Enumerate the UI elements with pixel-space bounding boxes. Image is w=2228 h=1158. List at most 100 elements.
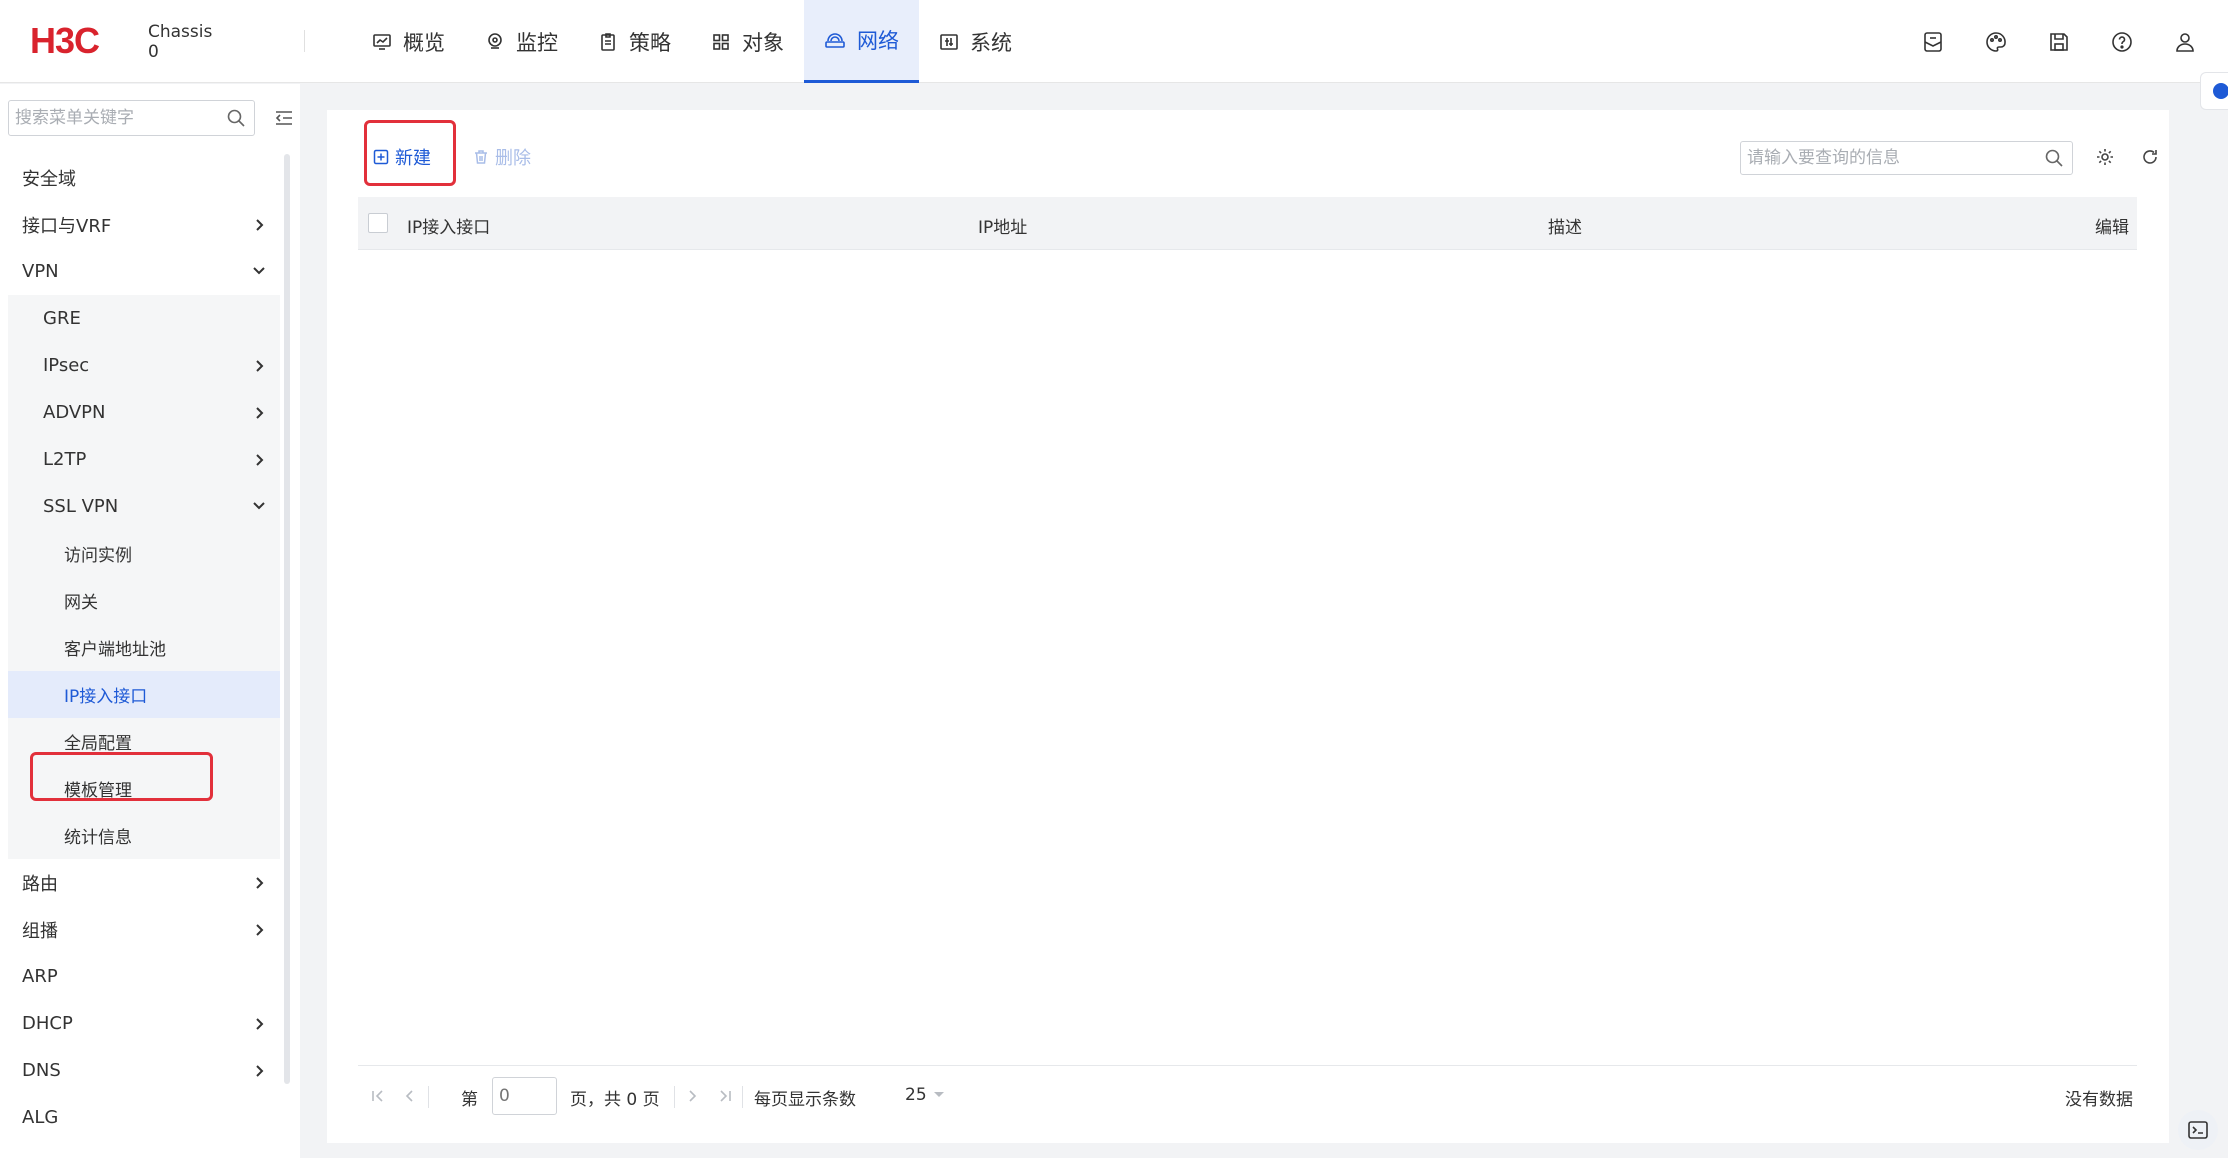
sidebar-item-label: 路由 — [22, 873, 58, 895]
page-number-field — [492, 1077, 557, 1115]
page-total-text: 页，共 0 页 — [570, 1090, 660, 1110]
chevron-right-icon — [256, 407, 264, 419]
palette-icon[interactable] — [1983, 29, 2009, 55]
sidebar-item-label: 全局配置 — [64, 734, 132, 754]
chevron-right-icon — [256, 924, 264, 936]
sidebar-item-template-management[interactable]: 模板管理 — [8, 765, 280, 812]
page-size-label: 每页显示条数 — [754, 1090, 856, 1110]
sidebar-item-security-zone[interactable]: 安全域 — [8, 154, 280, 201]
sidebar-item-advpn[interactable]: ADVPN — [8, 389, 280, 436]
device-id: 0 — [148, 42, 159, 62]
sidebar-item-routing[interactable]: 路由 — [8, 859, 280, 906]
first-page-icon[interactable] — [370, 1088, 386, 1104]
sidebar-item-label: ARP — [22, 966, 58, 987]
sidebar-item-vpn[interactable]: VPN — [8, 248, 280, 295]
last-page-icon[interactable] — [717, 1088, 733, 1104]
sidebar-item-arp[interactable]: ARP — [8, 953, 280, 1000]
sidebar-item-label: DNS — [22, 1060, 61, 1081]
sidebar-item-ipsec[interactable]: IPsec — [8, 342, 280, 389]
sidebar-item-statistics[interactable]: 统计信息 — [8, 812, 280, 859]
sidebar-item-global-config[interactable]: 全局配置 — [8, 718, 280, 765]
chevron-right-icon — [256, 219, 264, 231]
page-size-select[interactable]: 25 — [905, 1085, 945, 1105]
collapse-menu-icon[interactable] — [274, 108, 294, 128]
sidebar-item-label: 安全域 — [22, 168, 76, 190]
column-header-ip-interface[interactable]: IP接入接口 — [407, 213, 490, 238]
sidebar-item-label: ALG — [22, 1107, 59, 1128]
sidebar-item-multicast[interactable]: 组播 — [8, 906, 280, 953]
grid-icon — [713, 33, 729, 50]
device-name: Chassis — [148, 22, 213, 42]
table-header: IP接入接口 IP地址 描述 编辑 — [358, 197, 2137, 250]
pager-divider — [428, 1086, 429, 1108]
nav-item-monitor[interactable]: 监控 — [465, 0, 578, 83]
mail-icon[interactable] — [1920, 29, 1946, 55]
next-page-icon[interactable] — [684, 1088, 700, 1104]
sidebar-item-label: GRE — [43, 308, 81, 329]
new-button-label: 新建 — [395, 148, 431, 169]
nav-item-policy[interactable]: 策略 — [578, 0, 691, 83]
sidebar-item-interface-vrf[interactable]: 接口与VRF — [8, 201, 280, 248]
chevron-down-icon — [253, 267, 265, 275]
menu-search-box — [8, 100, 255, 136]
pagination-bar: 第 页，共 0 页 每页显示条数 25 没有数据 — [358, 1065, 2137, 1125]
query-input[interactable] — [1741, 142, 2031, 174]
sidebar-item-dns[interactable]: DNS — [8, 1047, 280, 1094]
svg-text:H3C: H3C — [30, 23, 100, 57]
sidebar-item-label: 组播 — [22, 920, 58, 942]
monitor-icon — [373, 33, 391, 50]
save-icon[interactable] — [2046, 29, 2072, 55]
sidebar-item-gre[interactable]: GRE — [8, 295, 280, 342]
trash-icon — [475, 150, 487, 164]
chevron-right-icon — [256, 877, 264, 889]
nav-item-system[interactable]: 系统 — [919, 0, 1032, 83]
new-button[interactable]: 新建 — [373, 144, 431, 170]
sidebar-item-label: SSL VPN — [43, 496, 119, 517]
chevron-down-icon — [253, 502, 265, 510]
sidebar-item-client-address-pool[interactable]: 客户端地址池 — [8, 624, 280, 671]
chevron-right-icon — [256, 1018, 264, 1030]
caret-down-icon — [933, 1092, 944, 1097]
search-icon[interactable] — [2044, 148, 2064, 168]
nav-item-objects[interactable]: 对象 — [691, 0, 804, 83]
sidebar-item-ip-access-interface[interactable]: IP接入接口 — [8, 671, 280, 718]
help-icon[interactable] — [2109, 29, 2135, 55]
sidebar-item-label: IPsec — [43, 355, 90, 376]
sidebar-item-alg[interactable]: ALG — [8, 1094, 280, 1141]
sidebar-item-label: L2TP — [43, 449, 87, 470]
delete-button[interactable]: 删除 — [473, 144, 531, 170]
menu-search-input[interactable] — [9, 101, 214, 135]
nav-item-network[interactable]: 网络 — [804, 0, 919, 83]
refresh-icon[interactable] — [2140, 147, 2160, 167]
page-number-input[interactable] — [493, 1078, 556, 1114]
sidebar-item-access-instance[interactable]: 访问实例 — [8, 530, 280, 577]
prev-page-icon[interactable] — [402, 1088, 418, 1104]
sidebar-item-label: VPN — [22, 261, 59, 282]
top-tools — [1883, 0, 2198, 83]
sidebar-item-l2tp[interactable]: L2TP — [8, 436, 280, 483]
select-all-checkbox[interactable] — [368, 213, 388, 233]
sidebar-item-label: DHCP — [22, 1013, 73, 1034]
sidebar-item-dhcp[interactable]: DHCP — [8, 1000, 280, 1047]
sidebar-item-ssl-vpn[interactable]: SSL VPN — [8, 483, 280, 530]
system-icon — [940, 33, 958, 50]
sidebar-item-label: 访问实例 — [64, 546, 132, 566]
console-button[interactable] — [2178, 1110, 2218, 1150]
column-header-description[interactable]: 描述 — [1548, 213, 1582, 238]
assistant-dot-icon — [2213, 83, 2228, 99]
sidebar-item-gateway[interactable]: 网关 — [8, 577, 280, 624]
clipboard-icon — [601, 32, 615, 51]
user-icon[interactable] — [2172, 29, 2198, 55]
side-assistant-tab[interactable] — [2200, 72, 2228, 110]
no-data-text: 没有数据 — [2065, 1090, 2133, 1110]
nav-label: 策略 — [629, 30, 671, 55]
pager-divider — [742, 1086, 743, 1108]
page-prefix: 第 — [461, 1090, 478, 1110]
sidebar-scrollbar[interactable] — [284, 154, 290, 1084]
query-box — [1740, 141, 2073, 175]
nav-item-overview[interactable]: 概览 — [352, 0, 465, 83]
sidebar-item-label: 接口与VRF — [22, 215, 112, 237]
gear-icon[interactable] — [2095, 147, 2115, 167]
column-header-ip-address[interactable]: IP地址 — [978, 213, 1027, 238]
search-icon[interactable] — [226, 108, 246, 128]
